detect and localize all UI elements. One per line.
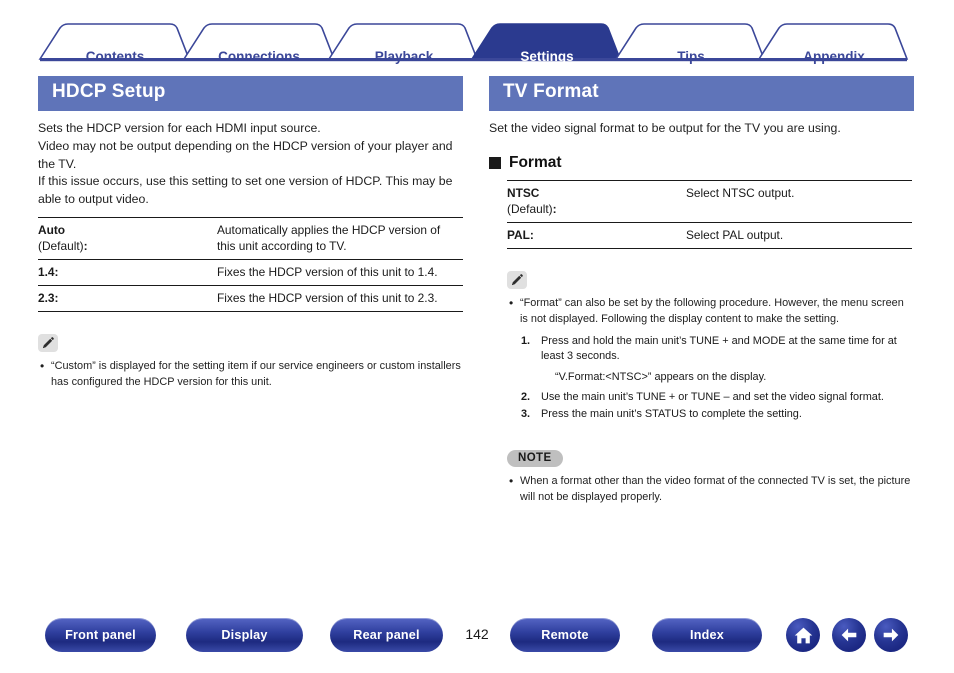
option-name: NTSC xyxy=(507,185,540,200)
top-tab-bar[interactable]: Contents Connections Playback Settings T… xyxy=(0,18,954,64)
tv-format-intro: Set the video signal format to be output… xyxy=(489,120,914,138)
hdcp-note-list: “Custom” is displayed for the setting it… xyxy=(38,358,463,391)
arrow-right-icon[interactable] xyxy=(874,618,908,652)
remote-button[interactable]: Remote xyxy=(510,618,620,652)
step-result-text: “V.Format:<NTSC>” appears on the display… xyxy=(555,371,767,384)
home-icon[interactable] xyxy=(786,618,820,652)
display-button[interactable]: Display xyxy=(186,618,303,652)
index-button[interactable]: Index xyxy=(652,618,762,652)
step-text: Use the main unit’s TUNE + or TUNE – and… xyxy=(541,391,884,404)
pencil-icon-glyph xyxy=(511,274,523,286)
hdcp-intro-line-3: If this issue occurs, use this setting t… xyxy=(38,174,453,207)
tab-label-contents[interactable]: Contents xyxy=(60,50,170,64)
arrow-right-icon-glyph xyxy=(883,628,899,642)
table-cell-value: Select NTSC output. xyxy=(686,185,795,200)
table-row: 2.3: Fixes the HDCP version of this unit… xyxy=(38,285,463,312)
list-item: “Format” can also be set by the followin… xyxy=(507,295,914,328)
pencil-icon xyxy=(38,334,58,353)
tv-format-note-list: “Format” can also be set by the followin… xyxy=(507,295,914,328)
table-cell-key: 2.3: xyxy=(38,291,59,306)
list-item: 1. Press and hold the main unit’s TUNE +… xyxy=(521,334,914,386)
table-row: 1.4: Fixes the HDCP version of this unit… xyxy=(38,259,463,286)
hdcp-setup-heading: HDCP Setup xyxy=(38,76,463,111)
table-cell-key: 1.4: xyxy=(38,265,59,280)
format-subheading: Format xyxy=(489,154,914,172)
hdcp-intro-line-2: Video may not be output depending on the… xyxy=(38,138,453,171)
right-column: TV Format Set the video signal format to… xyxy=(489,76,914,506)
table-row: Auto (Default): Automatically applies th… xyxy=(38,217,463,260)
option-name: Auto xyxy=(38,223,66,238)
list-item: 2. Use the main unit’s TUNE + or TUNE – … xyxy=(521,390,914,406)
footer-navigation: Front panel Display Rear panel 142 Remot… xyxy=(0,618,954,658)
tv-format-intro-line-1: Set the video signal format to be output… xyxy=(489,121,841,135)
step-number: 1. xyxy=(521,334,531,347)
list-item: When a format other than the video forma… xyxy=(507,473,914,506)
table-cell-value: Fixes the HDCP version of this unit to 1… xyxy=(217,265,438,280)
table-row: PAL: Select PAL output. xyxy=(507,222,912,249)
option-default-tag: (Default): xyxy=(507,201,557,216)
hdcp-options-table: Auto (Default): Automatically applies th… xyxy=(38,217,463,312)
note-badge: NOTE xyxy=(507,449,563,467)
table-cell-key: Auto (Default): xyxy=(38,218,217,260)
tab-label-tips[interactable]: Tips xyxy=(636,50,746,64)
page-number: 142 xyxy=(465,626,489,642)
table-cell-key: NTSC (Default): xyxy=(507,180,686,222)
table-cell-value: Automatically applies the HDCP version o… xyxy=(217,223,441,254)
step-number: 3. xyxy=(521,407,531,420)
tab-label-settings[interactable]: Settings xyxy=(492,50,602,64)
step-text: Press the main unit’s STATUS to complete… xyxy=(541,407,802,420)
left-column: HDCP Setup Sets the HDCP version for eac… xyxy=(38,76,463,392)
tab-label-playback[interactable]: Playback xyxy=(349,50,459,64)
list-item: 3. Press the main unit’s STATUS to compl… xyxy=(521,407,914,423)
rear-panel-button[interactable]: Rear panel xyxy=(330,618,443,652)
table-cell-value: Select PAL output. xyxy=(686,227,784,242)
table-cell-value: Fixes the HDCP version of this unit to 2… xyxy=(217,291,438,306)
tv-format-step-list: 1. Press and hold the main unit’s TUNE +… xyxy=(521,334,914,423)
table-row: NTSC (Default): Select NTSC output. xyxy=(507,180,912,222)
tv-format-warning-list: When a format other than the video forma… xyxy=(507,473,914,506)
home-icon-glyph xyxy=(794,627,812,643)
tab-label-appendix[interactable]: Appendix xyxy=(779,50,889,64)
hdcp-intro: Sets the HDCP version for each HDMI inpu… xyxy=(38,120,463,209)
arrow-left-icon-glyph xyxy=(841,628,857,642)
tv-format-options-table: NTSC (Default): Select NTSC output. PAL:… xyxy=(507,180,912,249)
tab-baseline xyxy=(40,58,907,62)
pencil-icon xyxy=(507,271,527,290)
table-cell-key: PAL: xyxy=(507,227,534,242)
format-subheading-label: Format xyxy=(509,153,562,171)
hdcp-intro-line-1: Sets the HDCP version for each HDMI inpu… xyxy=(38,121,321,135)
option-default-tag: (Default): xyxy=(38,239,88,254)
square-bullet-icon xyxy=(489,156,501,169)
tab-label-connections[interactable]: Connections xyxy=(204,50,314,64)
arrow-left-icon[interactable] xyxy=(832,618,866,652)
list-item: “Custom” is displayed for the setting it… xyxy=(38,358,463,391)
step-number: 2. xyxy=(521,391,531,404)
pencil-icon-glyph xyxy=(42,337,54,349)
front-panel-button[interactable]: Front panel xyxy=(45,618,156,652)
step-text: Press and hold the main unit’s TUNE + an… xyxy=(541,334,897,363)
tv-format-heading: TV Format xyxy=(489,76,914,111)
